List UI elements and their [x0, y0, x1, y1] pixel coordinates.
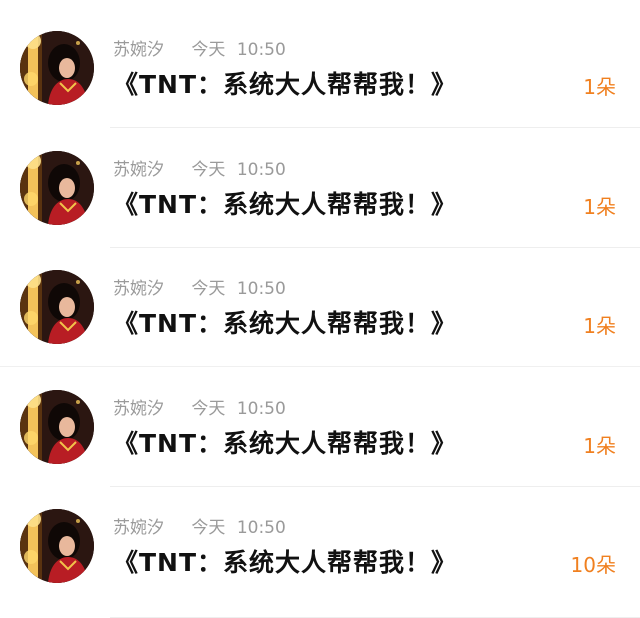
avatar[interactable] — [20, 509, 94, 583]
avatar[interactable] — [20, 390, 94, 464]
gift-record-list: 苏婉汐 今天 10:50 《TNT：系统大人帮帮我！》 1朵 苏婉汐 今天 10… — [0, 0, 640, 618]
post-day: 今天 — [191, 279, 226, 299]
book-title[interactable]: 《TNT：系统大人帮帮我！》 — [113, 187, 457, 223]
item-meta: 苏婉汐 今天 10:50 — [113, 159, 286, 181]
list-item[interactable]: 苏婉汐 今天 10:50 《TNT：系统大人帮帮我！》 1朵 — [0, 248, 640, 367]
list-item[interactable]: 苏婉汐 今天 10:50 《TNT：系统大人帮帮我！》 1朵 — [0, 9, 640, 128]
avatar-portrait-icon — [20, 270, 94, 344]
avatar-portrait-icon — [20, 509, 94, 583]
item-meta: 苏婉汐 今天 10:50 — [113, 517, 286, 539]
flower-count: 1朵 — [583, 434, 616, 458]
post-day: 今天 — [191, 518, 226, 538]
post-time: 10:50 — [236, 160, 286, 180]
item-meta: 苏婉汐 今天 10:50 — [113, 398, 286, 420]
author-name[interactable]: 苏婉汐 — [113, 279, 164, 299]
list-item[interactable]: 苏婉汐 今天 10:50 《TNT：系统大人帮帮我！》 10朵 — [0, 487, 640, 618]
list-item[interactable]: 苏婉汐 今天 10:50 《TNT：系统大人帮帮我！》 1朵 — [0, 129, 640, 248]
avatar[interactable] — [20, 270, 94, 344]
flower-count: 1朵 — [583, 314, 616, 338]
item-meta: 苏婉汐 今天 10:50 — [113, 39, 286, 61]
post-day: 今天 — [191, 160, 226, 180]
avatar-portrait-icon — [20, 31, 94, 105]
post-time: 10:50 — [236, 399, 286, 419]
flower-count: 10朵 — [570, 553, 616, 577]
post-time: 10:50 — [236, 40, 286, 60]
avatar-portrait-icon — [20, 151, 94, 225]
book-title[interactable]: 《TNT：系统大人帮帮我！》 — [113, 426, 457, 462]
avatar[interactable] — [20, 31, 94, 105]
item-meta: 苏婉汐 今天 10:50 — [113, 278, 286, 300]
flower-count: 1朵 — [583, 195, 616, 219]
post-time: 10:50 — [236, 518, 286, 538]
avatar-portrait-icon — [20, 390, 94, 464]
post-day: 今天 — [191, 399, 226, 419]
avatar[interactable] — [20, 151, 94, 225]
row-divider — [110, 127, 640, 128]
book-title[interactable]: 《TNT：系统大人帮帮我！》 — [113, 306, 457, 342]
row-divider — [0, 366, 640, 367]
book-title[interactable]: 《TNT：系统大人帮帮我！》 — [113, 67, 457, 103]
post-day: 今天 — [191, 40, 226, 60]
post-time: 10:50 — [236, 279, 286, 299]
list-item[interactable]: 苏婉汐 今天 10:50 《TNT：系统大人帮帮我！》 1朵 — [0, 368, 640, 487]
author-name[interactable]: 苏婉汐 — [113, 518, 164, 538]
author-name[interactable]: 苏婉汐 — [113, 399, 164, 419]
author-name[interactable]: 苏婉汐 — [113, 40, 164, 60]
book-title[interactable]: 《TNT：系统大人帮帮我！》 — [113, 545, 457, 581]
author-name[interactable]: 苏婉汐 — [113, 160, 164, 180]
flower-count: 1朵 — [583, 75, 616, 99]
